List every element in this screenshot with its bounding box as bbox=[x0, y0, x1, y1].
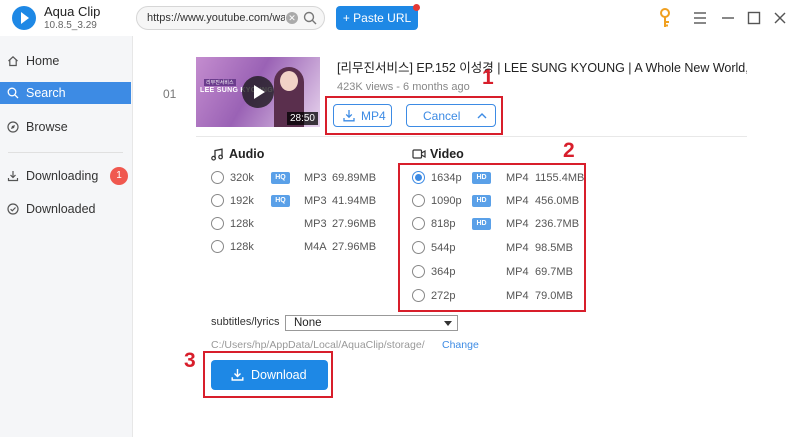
maximize-icon[interactable] bbox=[746, 10, 762, 26]
app-name: Aqua Clip bbox=[44, 4, 101, 19]
subtitles-select-value: None bbox=[294, 317, 322, 329]
key-icon[interactable] bbox=[658, 8, 672, 28]
home-icon bbox=[8, 55, 18, 67]
video-title: [리무진서비스] EP.152 이성경 | LEE SUNG KYOUNG | … bbox=[337, 61, 747, 75]
storage-path: C:/Users/hp/AppData/Local/AquaClip/stora… bbox=[211, 339, 425, 351]
downloading-count-badge: 1 bbox=[110, 167, 128, 185]
url-input-value[interactable]: https://www.youtube.com/watch?v= bbox=[147, 12, 285, 24]
sidebar-item-label: Downloaded bbox=[26, 202, 96, 216]
change-path-link[interactable]: Change bbox=[442, 339, 479, 351]
sidebar-divider bbox=[8, 152, 123, 153]
annotation-number-1: 1 bbox=[482, 66, 494, 89]
audio-option-row[interactable]: 128k M4A 27.96MB bbox=[211, 237, 381, 257]
thumbnail-tag: 리무진서비스 bbox=[204, 79, 236, 86]
section-divider bbox=[196, 136, 747, 137]
annotation-box-2 bbox=[398, 163, 586, 312]
sidebar-item-browse[interactable]: Browse bbox=[0, 116, 131, 138]
video-meta: 423K views - 6 months ago bbox=[337, 81, 470, 93]
hq-badge: HQ bbox=[271, 172, 290, 184]
audio-quality: 192k bbox=[230, 195, 254, 207]
paste-url-label: + Paste URL bbox=[342, 11, 412, 25]
audio-format: M4A bbox=[304, 241, 327, 253]
radio-button[interactable] bbox=[211, 217, 224, 230]
thumbnail-face bbox=[280, 71, 298, 91]
sidebar-item-label: Browse bbox=[26, 120, 68, 134]
subtitles-select[interactable]: None bbox=[285, 315, 458, 331]
audio-quality: 128k bbox=[230, 218, 254, 230]
radio-button[interactable] bbox=[211, 171, 224, 184]
sidebar: Home Search Browse Downloading 1 Downloa… bbox=[0, 36, 133, 437]
menu-icon[interactable] bbox=[692, 10, 708, 26]
sidebar-item-downloading[interactable]: Downloading 1 bbox=[0, 165, 131, 187]
audio-format: MP3 bbox=[304, 172, 327, 184]
app-logo-icon bbox=[12, 6, 36, 30]
sidebar-item-label: Downloading bbox=[26, 169, 99, 183]
sidebar-item-downloaded[interactable]: Downloaded bbox=[0, 198, 131, 220]
radio-button[interactable] bbox=[211, 194, 224, 207]
sidebar-item-label: Home bbox=[26, 54, 60, 68]
video-heading-label: Video bbox=[430, 147, 464, 161]
video-thumbnail[interactable]: 리무진서비스 LEE SUNG KYOUNG 28:50 bbox=[196, 57, 320, 127]
hq-badge: HQ bbox=[271, 195, 290, 207]
sidebar-item-search[interactable]: Search bbox=[0, 82, 131, 104]
audio-option-row[interactable]: 320k HQ MP3 69.89MB bbox=[211, 168, 381, 188]
audio-quality: 128k bbox=[230, 241, 254, 253]
audio-option-row[interactable]: 192k HQ MP3 41.94MB bbox=[211, 191, 381, 211]
annotation-number-3: 3 bbox=[184, 349, 196, 372]
audio-format: MP3 bbox=[304, 218, 327, 230]
audio-heading-label: Audio bbox=[229, 147, 265, 161]
audio-quality: 320k bbox=[230, 172, 254, 184]
notification-dot bbox=[413, 4, 420, 11]
subtitles-label: subtitles/lyrics bbox=[211, 316, 280, 328]
title-bar: Aqua Clip 10.8.5_3.29 https://www.youtub… bbox=[0, 0, 800, 36]
music-note-icon bbox=[211, 148, 224, 161]
search-icon[interactable] bbox=[303, 11, 317, 25]
video-index: 01 bbox=[163, 87, 177, 101]
annotation-box-3 bbox=[203, 351, 333, 398]
sidebar-item-home[interactable]: Home bbox=[0, 50, 131, 72]
close-icon[interactable] bbox=[772, 10, 788, 26]
radio-button[interactable] bbox=[211, 240, 224, 253]
url-input[interactable]: https://www.youtube.com/watch?v= ✕ bbox=[136, 6, 325, 30]
compass-icon bbox=[7, 121, 19, 133]
audio-option-row[interactable]: 128k MP3 27.96MB bbox=[211, 214, 381, 234]
annotation-box-1 bbox=[325, 96, 503, 135]
search-icon bbox=[7, 87, 19, 99]
minimize-icon[interactable] bbox=[720, 10, 736, 26]
audio-size: 27.96MB bbox=[332, 218, 377, 230]
sidebar-item-label: Search bbox=[26, 86, 66, 100]
audio-size: 69.89MB bbox=[332, 172, 377, 184]
annotation-number-2: 2 bbox=[563, 139, 575, 162]
audio-format: MP3 bbox=[304, 195, 327, 207]
paste-url-button[interactable]: + Paste URL bbox=[336, 4, 420, 30]
chevron-down-icon bbox=[444, 321, 452, 326]
check-circle-icon bbox=[7, 203, 19, 215]
play-icon[interactable] bbox=[242, 76, 274, 108]
download-icon bbox=[7, 171, 19, 182]
audio-size: 41.94MB bbox=[332, 195, 377, 207]
video-camera-icon bbox=[412, 149, 426, 159]
clear-icon[interactable]: ✕ bbox=[286, 12, 298, 24]
audio-size: 27.96MB bbox=[332, 241, 377, 253]
video-duration: 28:50 bbox=[286, 112, 318, 125]
app-version: 10.8.5_3.29 bbox=[44, 20, 97, 31]
